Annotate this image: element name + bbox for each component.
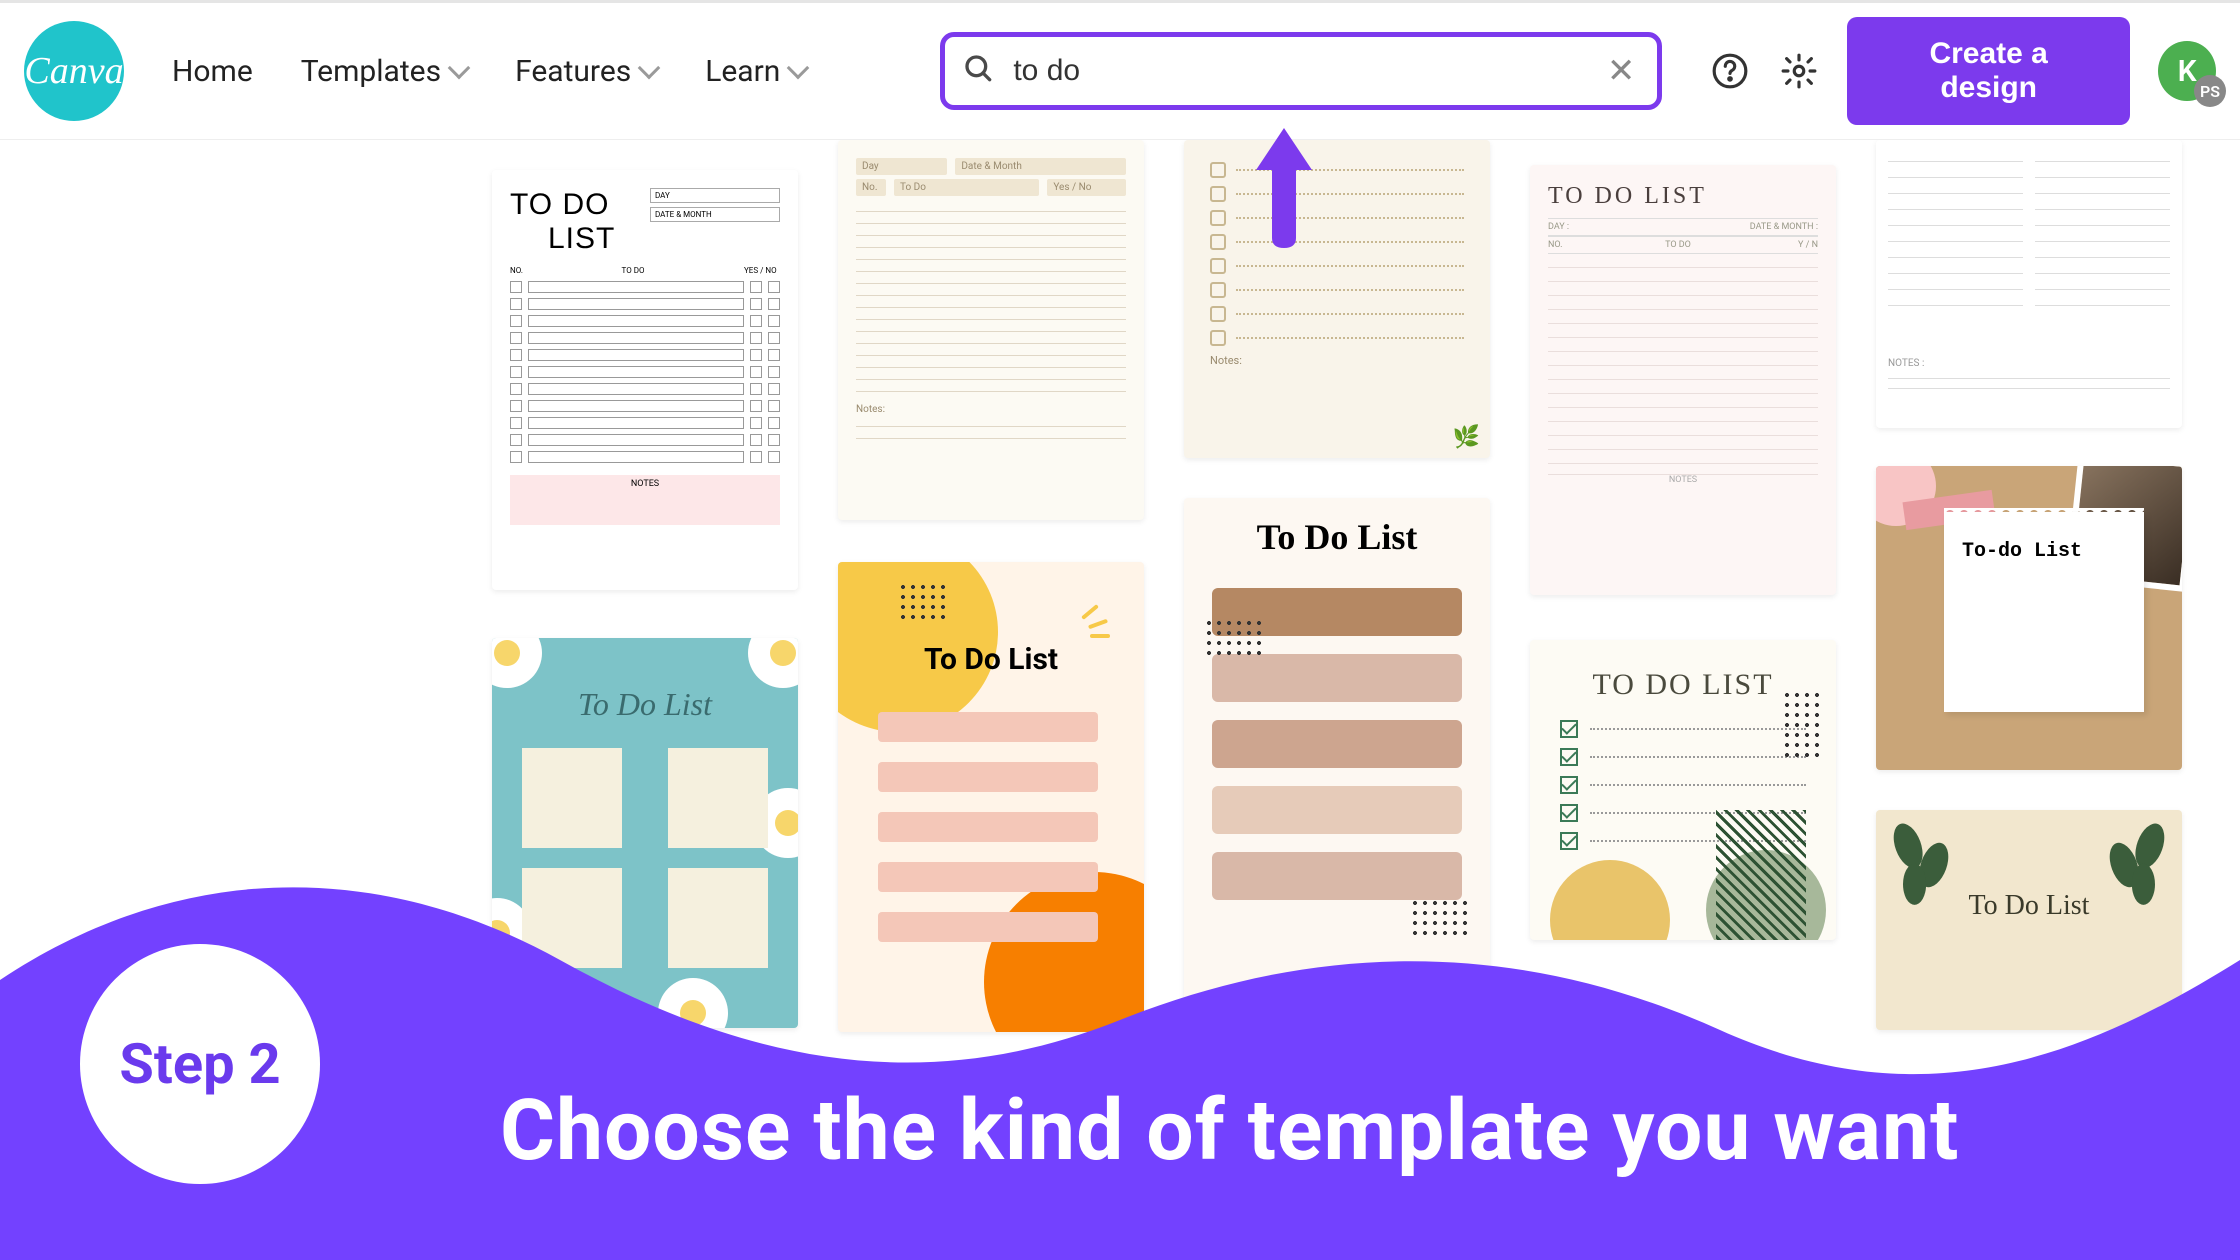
nav-home[interactable]: Home (172, 54, 253, 89)
card-title: To-do List (1944, 512, 2144, 563)
leaf-icon (1886, 820, 1956, 910)
chevron-down-icon (787, 57, 810, 80)
date-label: DATE & MONTH (650, 207, 780, 222)
day-label: DAY : (1548, 222, 1683, 232)
col-todo: To Do (894, 179, 1039, 196)
template-card[interactable]: NOTES : (1876, 140, 2182, 428)
search-input[interactable] (1013, 54, 1585, 88)
nav-features-label: Features (515, 54, 631, 89)
notes-area: NOTES (510, 475, 780, 525)
template-card[interactable]: To Do List (1184, 498, 1490, 1028)
col-yn: Y / N (1778, 240, 1818, 250)
template-card[interactable]: To Do List (492, 638, 798, 1028)
main-nav: Home Templates Features Learn (172, 54, 806, 89)
nav-templates-label: Templates (301, 54, 441, 89)
col-no: NO. (510, 266, 522, 275)
card-title: To Do List (492, 686, 798, 723)
date-label: DATE & MONTH : (1683, 222, 1818, 232)
avatar-initial: K (2178, 54, 2197, 89)
nav-home-label: Home (172, 54, 253, 89)
header-actions: Create a design K PS (1710, 17, 2216, 125)
nav-templates[interactable]: Templates (301, 54, 467, 89)
day-label: DAY (650, 188, 780, 203)
search-bar[interactable]: ✕ (940, 32, 1662, 110)
col-todo: TO DO (528, 266, 738, 275)
clear-search-icon[interactable]: ✕ (1603, 53, 1639, 89)
user-avatar[interactable]: K PS (2158, 41, 2216, 101)
template-card[interactable]: To-do List (1876, 466, 2182, 770)
flower-icon: 🌿 (1453, 425, 1480, 450)
logo-text: Canva (24, 49, 123, 93)
template-card[interactable]: TO DO LIST (1530, 640, 1836, 940)
card-title: To Do List (1184, 516, 1490, 558)
col-no: NO. (1548, 240, 1578, 250)
help-icon[interactable] (1710, 50, 1750, 92)
template-card[interactable]: TO DO LIST DAY : DATE & MONTH : NO. TO D… (1530, 165, 1836, 595)
nav-learn[interactable]: Learn (705, 54, 806, 89)
search-icon (963, 53, 995, 89)
notes-label: NOTES : (1888, 358, 2170, 369)
step-label: Step 2 (119, 1031, 280, 1097)
chevron-down-icon (448, 57, 471, 80)
template-card[interactable]: Day Date & Month No. To Do Yes / No Note… (838, 140, 1144, 520)
template-card[interactable]: Notes: 🌿 (1184, 140, 1490, 458)
notes-area: NOTES (1548, 474, 1818, 504)
canva-logo[interactable]: Canva (24, 21, 124, 121)
dots-decoration (1782, 690, 1822, 760)
card-title: TO DO LIST (1548, 183, 1818, 210)
col-no: No. (856, 179, 886, 196)
card-title-1: TO DO (510, 188, 615, 222)
settings-gear-icon[interactable] (1779, 50, 1819, 92)
card-title: To Do List (838, 642, 1144, 677)
avatar-badge: PS (2194, 75, 2226, 107)
tutorial-headline: Choose the kind of template you want (500, 1081, 2180, 1180)
day-label: Day (856, 158, 947, 175)
create-design-label: Create a design (1929, 37, 2047, 104)
nav-features[interactable]: Features (515, 54, 657, 89)
col-yn: YES / NO (744, 266, 780, 275)
col-yn: Yes / No (1047, 179, 1126, 196)
chevron-down-icon (638, 57, 661, 80)
template-card[interactable]: To Do List (1876, 810, 2182, 1030)
col-todo: TO DO (1578, 240, 1778, 250)
nav-learn-label: Learn (705, 54, 780, 89)
leaf-icon (2102, 820, 2172, 910)
create-design-button[interactable]: Create a design (1847, 17, 2130, 125)
date-label: Date & Month (955, 158, 1126, 175)
card-title-2: LIST (548, 222, 615, 256)
template-card[interactable]: TO DO LIST DAY DATE & MONTH NO. TO DO YE… (492, 170, 798, 590)
step-badge: Step 2 (80, 944, 320, 1184)
notes-label: Notes: (1210, 354, 1464, 367)
template-card[interactable]: To Do List (838, 562, 1144, 1032)
tutorial-arrow-icon (1254, 128, 1314, 252)
top-navigation: Canva Home Templates Features Learn ✕ (0, 0, 2240, 140)
notes-label: Notes: (856, 404, 1126, 415)
